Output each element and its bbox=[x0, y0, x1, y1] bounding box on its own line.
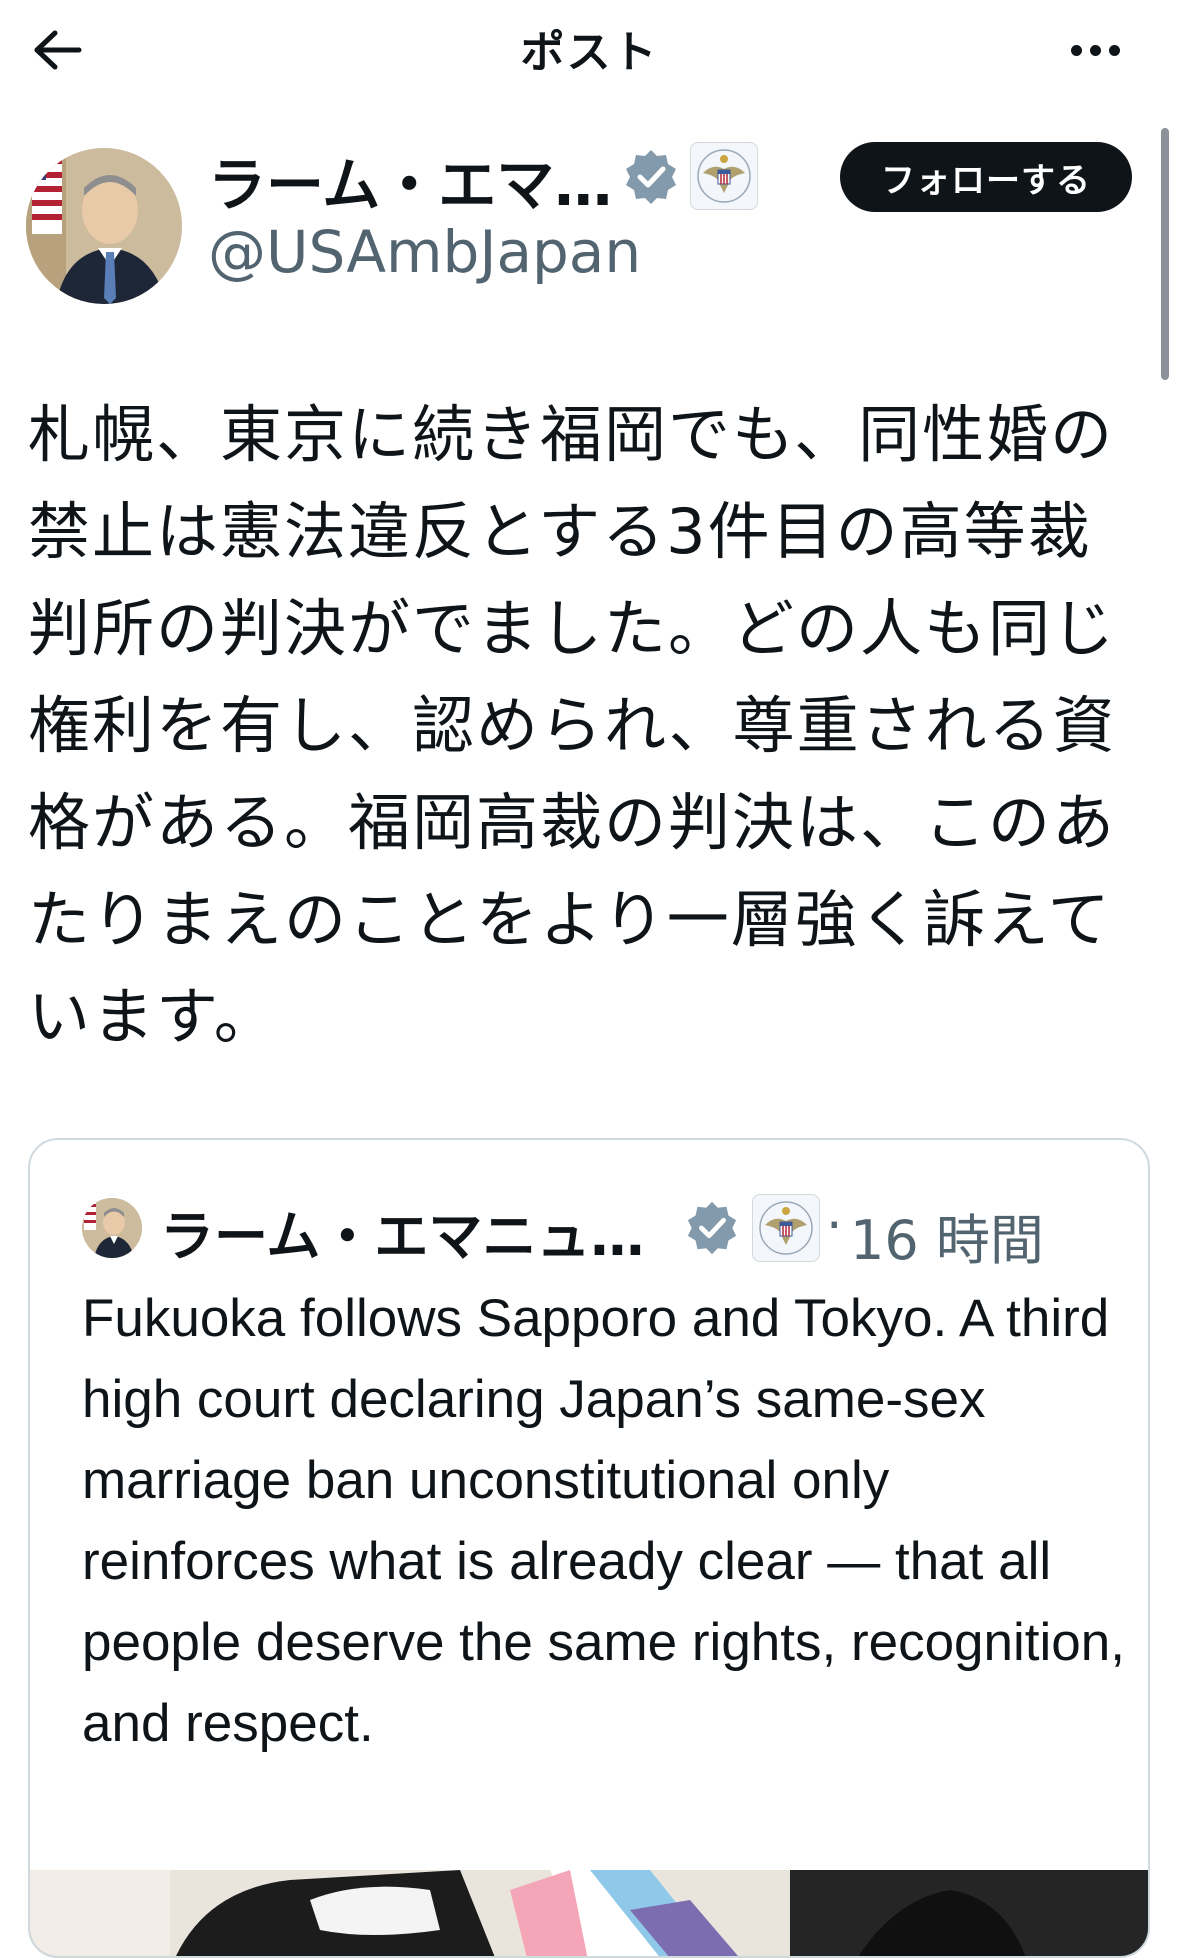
quoted-post-media[interactable] bbox=[30, 1870, 1148, 1956]
us-embassy-seal-icon[interactable] bbox=[690, 142, 758, 210]
more-dot bbox=[1089, 44, 1101, 56]
more-options-button[interactable] bbox=[1060, 22, 1130, 78]
quoted-avatar-image bbox=[82, 1198, 142, 1258]
quoted-author-name[interactable]: ラーム・エマニュ… bbox=[160, 1192, 644, 1271]
quoted-post-text: Fukuoka follows Sapporo and Tokyo. A thi… bbox=[82, 1289, 1125, 1753]
more-horizontal-icon bbox=[1070, 44, 1082, 56]
scrollbar[interactable] bbox=[1161, 128, 1169, 380]
follow-button[interactable]: フォローする bbox=[840, 142, 1132, 212]
author-avatar[interactable] bbox=[26, 148, 182, 304]
quoted-post-timestamp[interactable]: 16 時間 bbox=[850, 1196, 1044, 1275]
meta-separator: · bbox=[826, 1196, 843, 1256]
more-dot bbox=[1108, 44, 1120, 56]
quoted-post-header: ラーム・エマニュ… · 16 時間 bbox=[82, 1192, 1132, 1272]
us-embassy-seal-icon[interactable] bbox=[752, 1194, 820, 1262]
page-title: ポスト bbox=[520, 27, 659, 78]
verified-badge-icon bbox=[684, 1200, 740, 1256]
media-image bbox=[30, 1870, 1148, 1956]
post-text: 札幌、東京に続き福岡でも、同性婚の 禁止は憲法違反とする3件目の高等裁 判所の判… bbox=[28, 398, 1117, 1053]
author-name[interactable]: ラーム・エマ… bbox=[208, 138, 612, 222]
quoted-post-card[interactable]: ラーム・エマニュ… · 16 時間 Fukuoka follows Sappor… bbox=[28, 1138, 1150, 1958]
top-navigation-bar: ポスト bbox=[0, 0, 1179, 100]
avatar-image bbox=[26, 148, 182, 304]
verified-badge-icon bbox=[622, 148, 680, 206]
author-handle[interactable]: @USAmbJapan bbox=[208, 218, 641, 286]
quoted-author-avatar[interactable] bbox=[82, 1198, 142, 1258]
